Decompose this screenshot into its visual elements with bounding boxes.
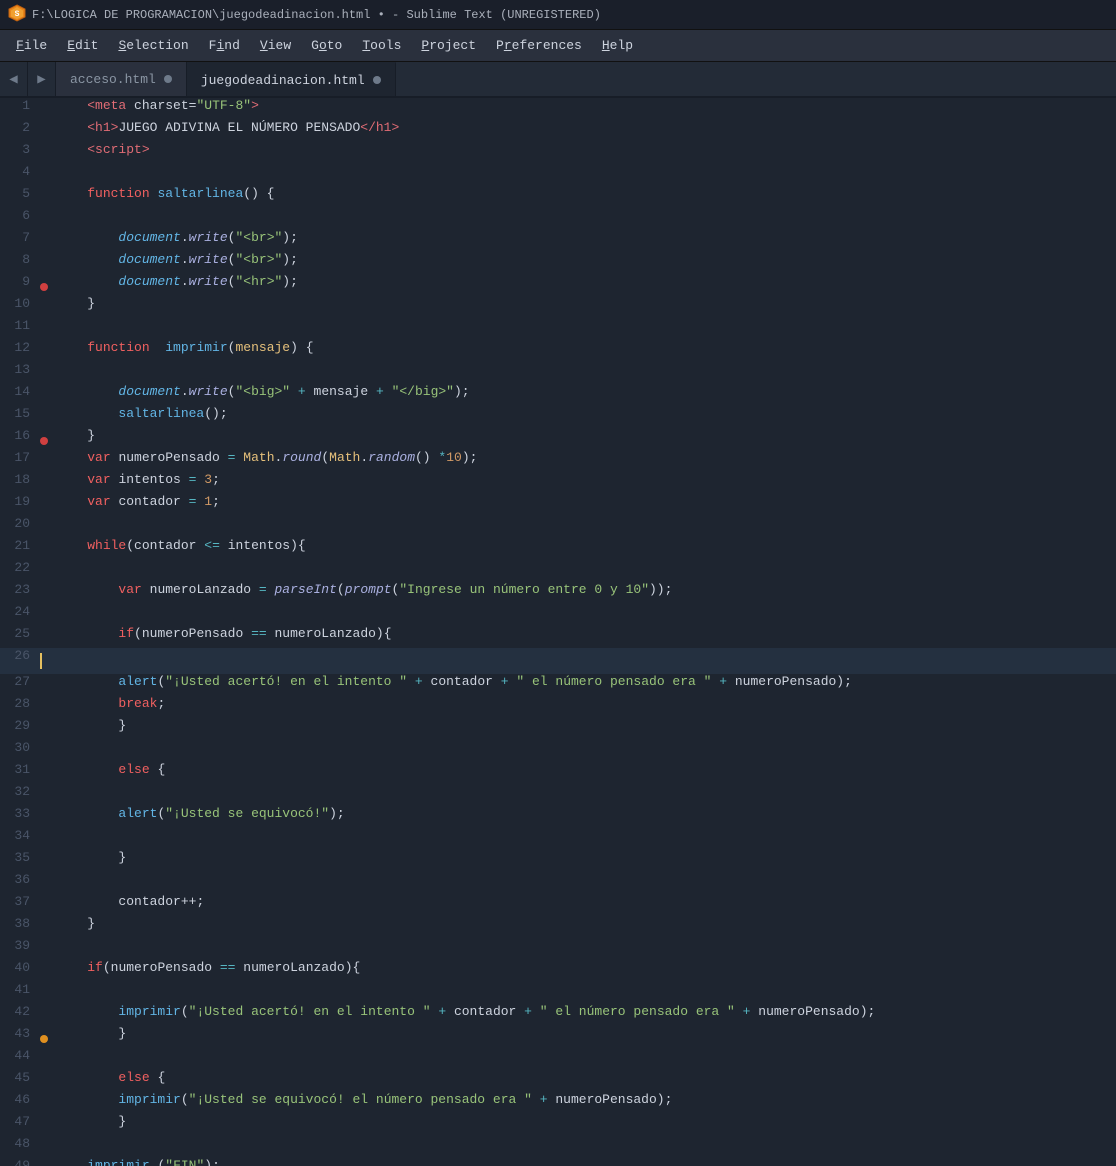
table-row: 26: [0, 648, 1116, 674]
menu-edit[interactable]: Edit: [57, 34, 108, 57]
table-row: 36: [0, 872, 1116, 894]
title-bar: S F:\LOGICA DE PROGRAMACION\juegodeadina…: [0, 0, 1116, 30]
gutter-marker-red: [40, 437, 48, 445]
table-row: 34: [0, 828, 1116, 850]
table-row: 9 document.write("<hr>");: [0, 274, 1116, 296]
table-row: 48: [0, 1136, 1116, 1158]
table-row: 16 }: [0, 428, 1116, 450]
table-row: 24: [0, 604, 1116, 626]
table-row: 22: [0, 560, 1116, 582]
table-row: 39: [0, 938, 1116, 960]
table-row: 10 }: [0, 296, 1116, 318]
tab-acceso-dot: [164, 75, 172, 83]
menu-help[interactable]: Help: [592, 34, 643, 57]
table-row: 17 var numeroPensado = Math.round(Math.r…: [0, 450, 1116, 472]
table-row: 37 contador++;: [0, 894, 1116, 916]
table-row: 31 else {: [0, 762, 1116, 784]
table-row: 21 while(contador <= intentos){: [0, 538, 1116, 560]
tab-acceso[interactable]: acceso.html: [56, 62, 187, 96]
tab-bar: ◀ ▶ acceso.html juegodeadinacion.html: [0, 62, 1116, 98]
tab-juego[interactable]: juegodeadinacion.html: [187, 62, 396, 96]
table-row: 7 document.write("<br>");: [0, 230, 1116, 252]
menu-goto[interactable]: Goto: [301, 34, 352, 57]
menu-project[interactable]: Project: [411, 34, 486, 57]
table-row: 5 function saltarlinea() {: [0, 186, 1116, 208]
app-icon: S: [8, 4, 26, 26]
table-row: 13: [0, 362, 1116, 384]
tab-prev-btn[interactable]: ◀: [0, 62, 28, 96]
code-area: 1 <meta charset="UTF-8"> 2 <h1>JUEGO ADI…: [0, 98, 1116, 1166]
table-row: 19 var contador = 1;: [0, 494, 1116, 516]
table-row: 8 document.write("<br>");: [0, 252, 1116, 274]
menu-bar: File Edit Selection Find View Goto Tools…: [0, 30, 1116, 62]
table-row: 12 function imprimir(mensaje) {: [0, 340, 1116, 362]
table-row: 2 <h1>JUEGO ADIVINA EL NÚMERO PENSADO</h…: [0, 120, 1116, 142]
table-row: 27 alert("¡Usted acertó! en el intento "…: [0, 674, 1116, 696]
table-row: 43 }: [0, 1026, 1116, 1048]
table-row: 32: [0, 784, 1116, 806]
table-row: 4: [0, 164, 1116, 186]
table-row: 18 var intentos = 3;: [0, 472, 1116, 494]
table-row: 33 alert("¡Usted se equivocó!");: [0, 806, 1116, 828]
table-row: 40 if(numeroPensado == numeroLanzado){: [0, 960, 1116, 982]
table-row: 49 imprimir ("FIN");: [0, 1158, 1116, 1166]
menu-find[interactable]: Find: [199, 34, 250, 57]
table-row: 20: [0, 516, 1116, 538]
gutter-marker-orange: [40, 1035, 48, 1043]
table-row: 29 }: [0, 718, 1116, 740]
menu-view[interactable]: View: [250, 34, 301, 57]
tab-juego-label: juegodeadinacion.html: [201, 73, 365, 88]
tab-acceso-label: acceso.html: [70, 72, 156, 87]
menu-selection[interactable]: Selection: [108, 34, 198, 57]
menu-file[interactable]: File: [6, 34, 57, 57]
table-row: 25 if(numeroPensado == numeroLanzado){: [0, 626, 1116, 648]
table-row: 30: [0, 740, 1116, 762]
table-row: 6: [0, 208, 1116, 230]
tab-next-btn[interactable]: ▶: [28, 62, 56, 96]
table-row: 47 }: [0, 1114, 1116, 1136]
table-row: 38 }: [0, 916, 1116, 938]
gutter-marker-red: [40, 283, 48, 291]
table-row: 28 break;: [0, 696, 1116, 718]
table-row: 11: [0, 318, 1116, 340]
table-row: 15 saltarlinea();: [0, 406, 1116, 428]
table-row: 45 else {: [0, 1070, 1116, 1092]
table-row: 42 imprimir("¡Usted acertó! en el intent…: [0, 1004, 1116, 1026]
table-row: 46 imprimir("¡Usted se equivocó! el núme…: [0, 1092, 1116, 1114]
tab-juego-dot: [373, 76, 381, 84]
table-row: 44: [0, 1048, 1116, 1070]
table-row: 14 document.write("<big>" + mensaje + "<…: [0, 384, 1116, 406]
menu-preferences[interactable]: Preferences: [486, 34, 592, 57]
table-row: 41: [0, 982, 1116, 1004]
code-table: 1 <meta charset="UTF-8"> 2 <h1>JUEGO ADI…: [0, 98, 1116, 1166]
table-row: 23 var numeroLanzado = parseInt(prompt("…: [0, 582, 1116, 604]
table-row: 35 }: [0, 850, 1116, 872]
title-text: F:\LOGICA DE PROGRAMACION\juegodeadinaci…: [32, 8, 601, 22]
menu-tools[interactable]: Tools: [352, 34, 411, 57]
table-row: 1 <meta charset="UTF-8">: [0, 98, 1116, 120]
table-row: 3 <script>: [0, 142, 1116, 164]
svg-text:S: S: [15, 10, 20, 19]
